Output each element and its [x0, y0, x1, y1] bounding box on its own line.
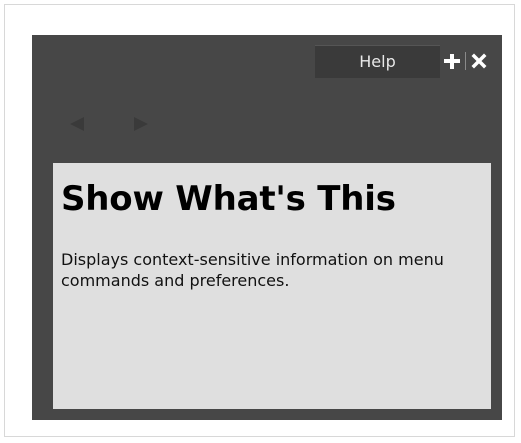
tool-divider — [465, 52, 466, 70]
help-description: Displays context-sensitive information o… — [61, 250, 444, 290]
forward-arrow-icon[interactable] — [134, 117, 148, 131]
back-arrow-icon[interactable] — [70, 117, 84, 131]
help-panel: Help Show What's This Displays context-s… — [32, 35, 502, 420]
tab-help[interactable]: Help — [315, 45, 440, 78]
screenshot-frame: Help Show What's This Displays context-s… — [4, 4, 515, 437]
plus-icon[interactable] — [444, 53, 460, 69]
close-icon[interactable] — [471, 53, 487, 69]
help-content: Show What's This Displays context-sensit… — [53, 163, 491, 409]
page-title: Show What's This — [61, 179, 396, 219]
panel-tools — [444, 49, 487, 73]
history-navigation — [70, 117, 148, 131]
